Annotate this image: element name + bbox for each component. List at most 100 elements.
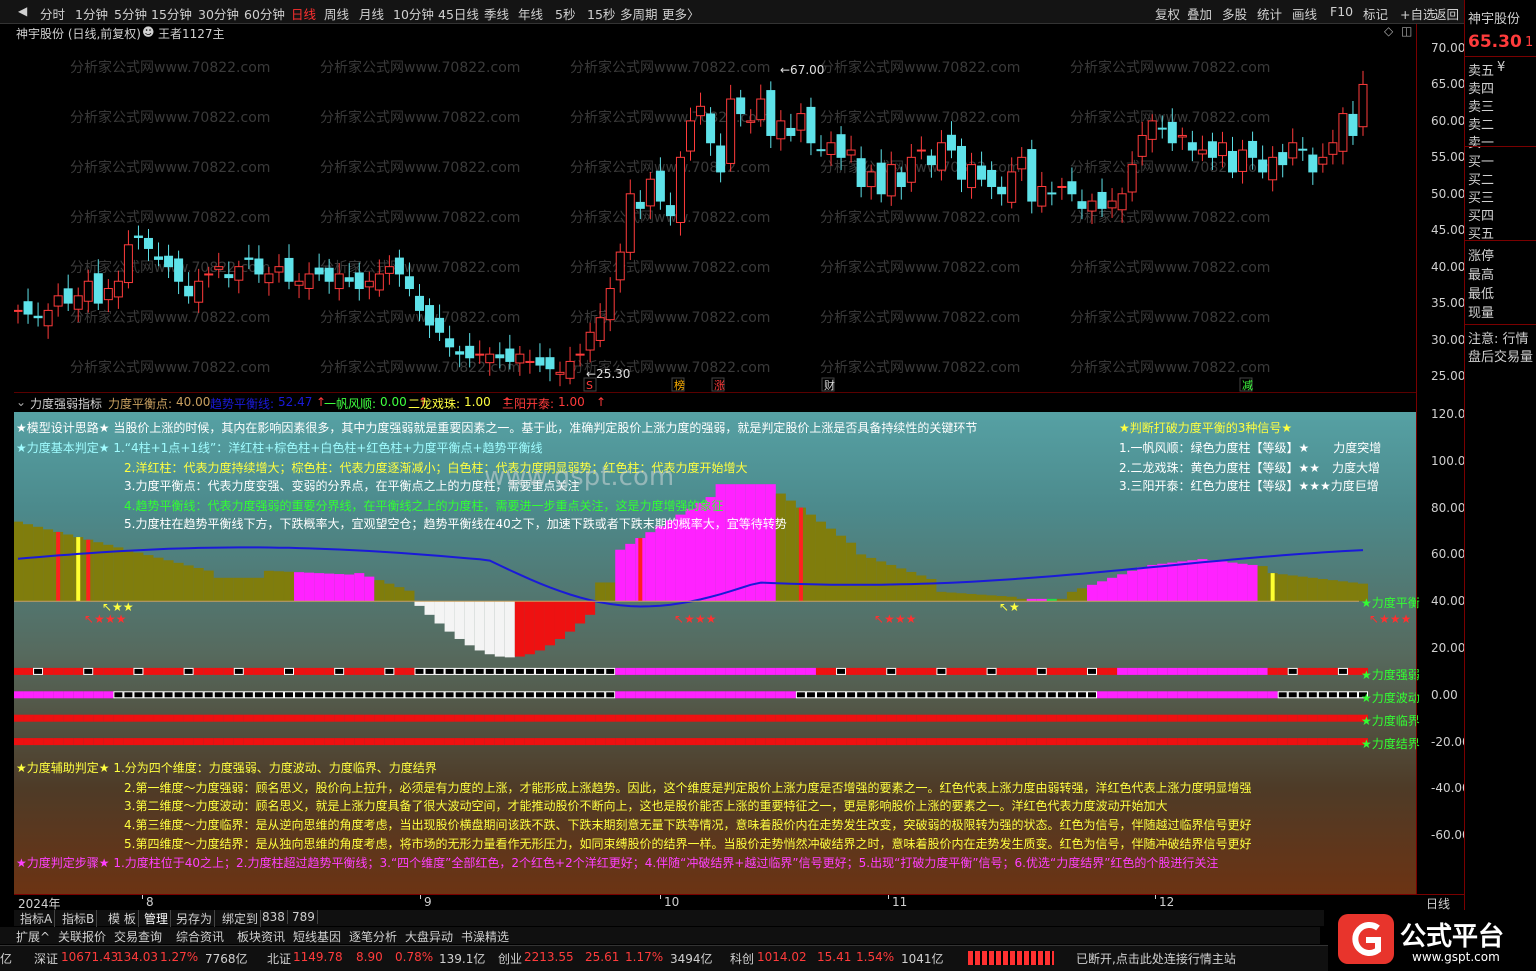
buy-level-0[interactable]: 买一 (1468, 151, 1494, 170)
dimension-cell-1-107 (1086, 691, 1097, 699)
period-3[interactable]: 15分钟 (151, 4, 192, 23)
gspt-logo[interactable]: 公式平台 www.gspt.com (1328, 910, 1536, 971)
info-tab-6[interactable]: 逐笔分析 (349, 928, 397, 945)
tool-2[interactable]: 多股 (1222, 4, 1247, 23)
tool-8[interactable]: 返回 (1434, 4, 1459, 23)
dimension-cell-0-78 (795, 667, 806, 675)
tab-6[interactable]: 838 (260, 910, 288, 924)
tab-5[interactable]: 绑定到 (220, 910, 262, 927)
period-14[interactable]: 15秒 (587, 4, 615, 23)
info-tab-3[interactable]: 综合资讯 (176, 928, 224, 945)
buy-level-3[interactable]: 买四 (1468, 205, 1494, 224)
tool-5[interactable]: F10 (1330, 4, 1353, 19)
period-15[interactable]: 多周期 (620, 4, 658, 23)
stars-4: ↖★★★ (1369, 612, 1411, 626)
period-4[interactable]: 30分钟 (198, 4, 239, 23)
period-10[interactable]: 45日线 (438, 4, 479, 23)
period-7[interactable]: 周线 (324, 4, 349, 23)
tool-4[interactable]: 画线 (1292, 4, 1317, 23)
side-divider-1 (1465, 146, 1536, 147)
force-bar-64 (655, 526, 666, 602)
force-bar-60 (615, 549, 626, 602)
force-bar-12 (133, 552, 144, 602)
dimension-cell-0-10 (113, 667, 124, 675)
dimension-cell-3-123 (1247, 738, 1258, 746)
dimension-cell-1-57 (585, 691, 596, 699)
indicator-name[interactable]: 力度强弱指标 (30, 395, 102, 412)
period-9[interactable]: 10分钟 (393, 4, 434, 23)
dimension-cell-1-56 (575, 691, 586, 699)
dimension-cell-1-76 (775, 691, 786, 699)
diamond-icon[interactable]: ◇ (1384, 24, 1393, 38)
sell-level-4[interactable]: 卖一 (1468, 132, 1494, 151)
period-13[interactable]: 5秒 (555, 4, 575, 23)
info-tab-1[interactable]: 关联报价 (58, 928, 106, 945)
tool-7[interactable]: +自选 (1400, 4, 1435, 23)
dimension-cell-0-122 (1237, 667, 1248, 675)
dimension-cell-0-110 (1117, 667, 1128, 675)
dimension-cell-2-82 (836, 714, 847, 722)
info-tab-7[interactable]: 大盘异动 (405, 928, 453, 945)
price-chart[interactable]: 分析家公式网www.70822.com 分析家公式网www.70822.com 分析… (14, 42, 1416, 392)
period-0[interactable]: 分时 (40, 4, 65, 23)
tool-1[interactable]: 叠加 (1187, 4, 1212, 23)
nav-left-icon[interactable]: ◀ (18, 4, 27, 18)
watermark-1-1: 分析家公式网www.70822.com (320, 109, 520, 126)
collapse-icon[interactable]: ⌄ (16, 395, 26, 409)
period-8[interactable]: 月线 (359, 4, 384, 23)
force-bar-133 (1347, 582, 1358, 602)
side-price-suffix: 1 (1525, 35, 1534, 50)
buy-level-2[interactable]: 买三 (1468, 187, 1494, 206)
sell-level-0[interactable]: 卖五 (1468, 60, 1494, 79)
period-2[interactable]: 5分钟 (114, 4, 147, 23)
candle-body-74 (756, 98, 766, 121)
dimension-cell-1-125 (1267, 691, 1278, 699)
dimension-cell-3-133 (1347, 738, 1358, 746)
tab-3[interactable]: 管理 (142, 910, 172, 927)
info-tab-8[interactable]: 书澡精选 (461, 928, 509, 945)
indicator-panel[interactable]: ↖★★★ ↖★★ ↖★★★ ↖★★★ ↖★★★ ↖★ ★模型设计思路★ 当股价上涨的时候，… (14, 412, 1420, 894)
info-tab-0[interactable]: 扩展^ (16, 928, 50, 945)
dimension-cell-1-79 (805, 691, 816, 699)
period-16[interactable]: 更多〉 (662, 4, 700, 23)
period-1[interactable]: 1分钟 (75, 4, 108, 23)
dimension-cell-0-58 (595, 667, 606, 675)
info-tab-5[interactable]: 短线基因 (293, 928, 341, 945)
tool-0[interactable]: 复权 (1155, 4, 1180, 23)
period-12[interactable]: 年线 (518, 4, 543, 23)
force-bar-113 (1147, 564, 1158, 602)
template-icon[interactable]: ☻ (142, 25, 155, 39)
window-icon[interactable]: ◫ (1401, 24, 1412, 38)
tab-0[interactable]: 指标A (18, 910, 56, 927)
period-5[interactable]: 60分钟 (244, 4, 285, 23)
dimension-cell-2-42 (434, 714, 445, 722)
tool-6[interactable]: 标记 (1363, 4, 1388, 23)
period-6[interactable]: 日线 (291, 4, 316, 23)
dimension-cell-0-15 (163, 667, 174, 675)
status-conn[interactable]: 已断开,点击此处连接行情主站 (1076, 950, 1236, 967)
tool-3[interactable]: 统计 (1257, 4, 1282, 23)
dimension-cell-2-108 (1097, 714, 1108, 722)
tab-1[interactable]: 指标B (60, 910, 98, 927)
dimension-cell-2-128 (1297, 714, 1308, 722)
sell-level-2[interactable]: 卖三 (1468, 96, 1494, 115)
tab-2[interactable]: 模 板 (106, 910, 139, 927)
info-tab-2[interactable]: 交易查询 (114, 928, 162, 945)
buy-level-1[interactable]: 买二 (1468, 169, 1494, 188)
stat-3: 现量 (1468, 306, 1495, 321)
period-11[interactable]: 季线 (484, 4, 509, 23)
template-name[interactable]: 王者1127主 (158, 25, 225, 42)
dimension-cell-2-62 (635, 714, 646, 722)
sell-level-1[interactable]: 卖四 (1468, 78, 1494, 97)
tab-4[interactable]: 另存为 (174, 910, 216, 927)
dimension-cell-2-56 (575, 714, 586, 722)
force-bar-76 (775, 493, 786, 602)
sell-level-3[interactable]: 卖二 (1468, 114, 1494, 133)
info-tab-4[interactable]: 板块资讯 (237, 928, 285, 945)
dimension-cell-3-20 (213, 738, 224, 746)
candle-body-7 (83, 280, 93, 302)
tab-7[interactable]: 789 (290, 910, 318, 924)
force-bar-80 (815, 521, 826, 602)
dimension-cell-2-19 (203, 714, 214, 722)
candle-body-116 (1177, 134, 1187, 138)
